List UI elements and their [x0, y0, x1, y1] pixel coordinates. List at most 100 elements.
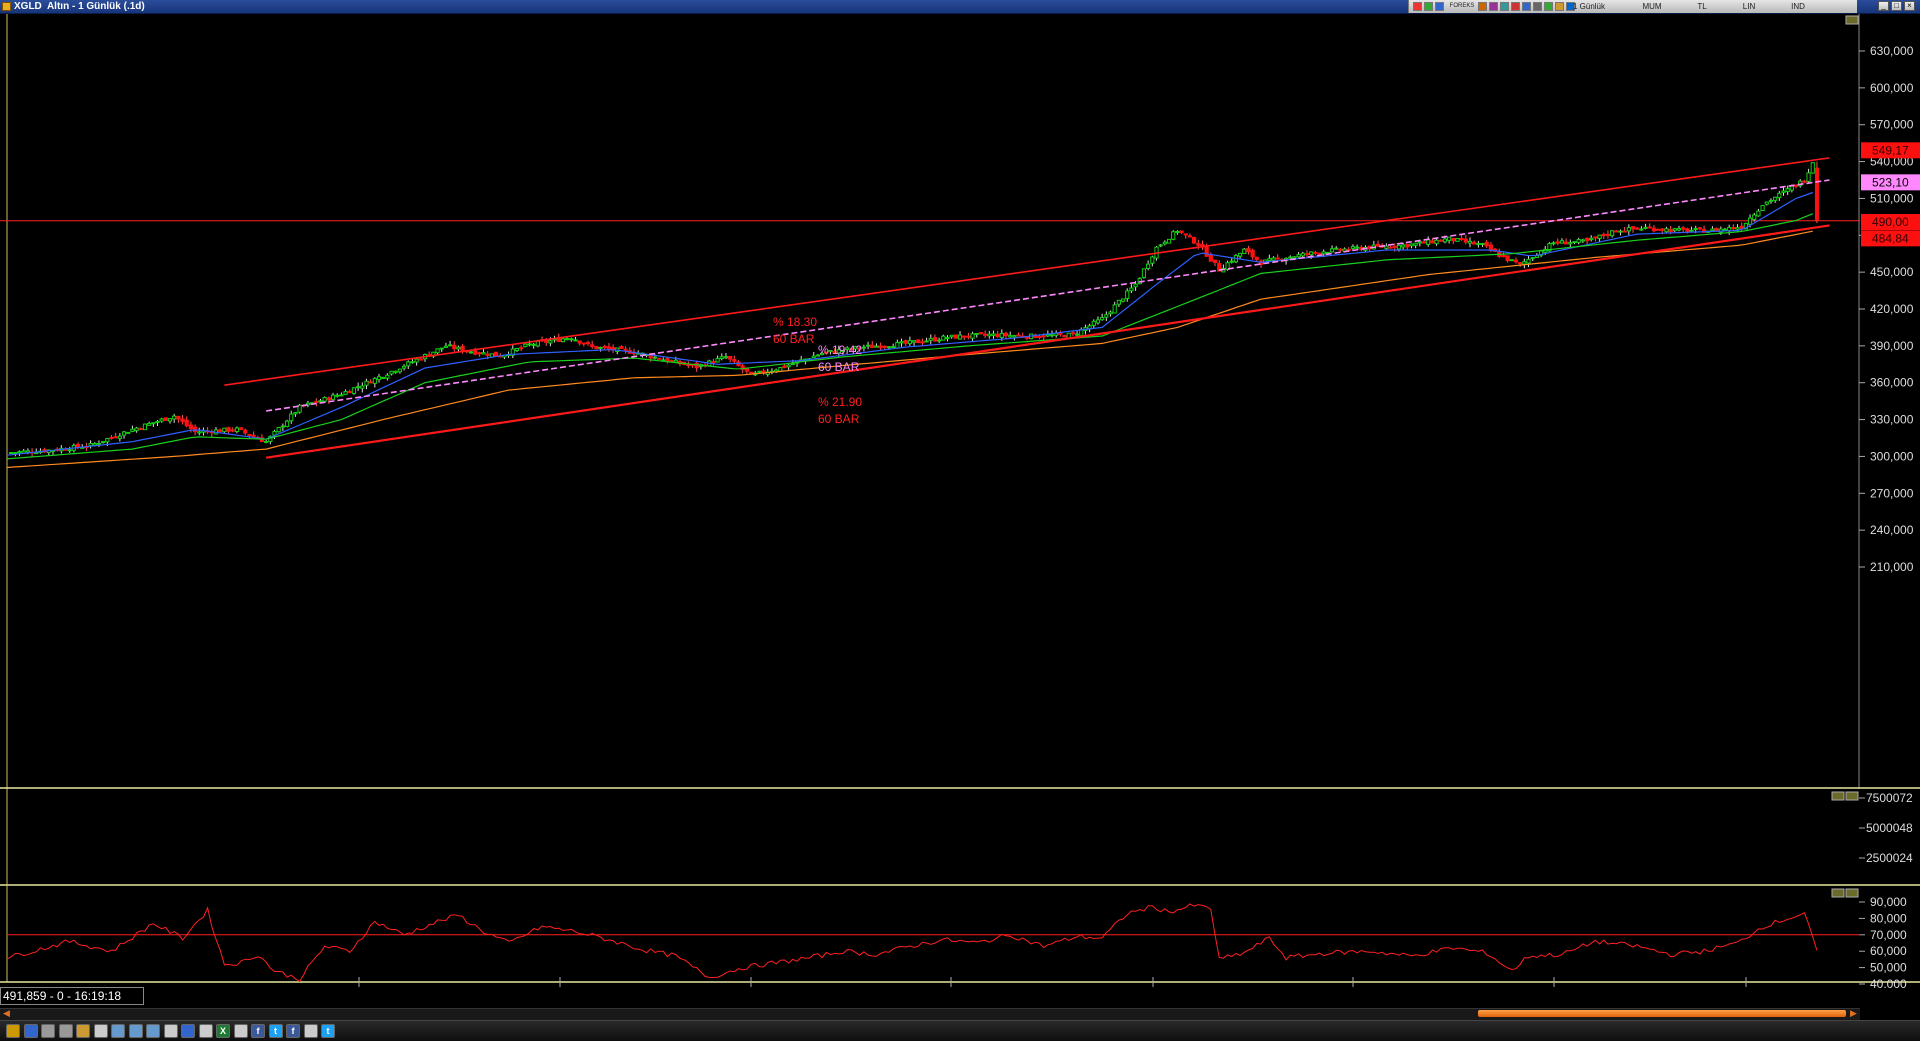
search-icon[interactable]: [111, 1024, 125, 1038]
candle: [318, 400, 323, 403]
candle: [435, 348, 440, 354]
candle: [560, 338, 566, 343]
scroll-right-arrow-icon[interactable]: ▶: [1850, 1008, 1857, 1019]
candle: [147, 422, 152, 426]
candle: [1610, 230, 1615, 237]
zoom-icon[interactable]: [1511, 2, 1520, 11]
candle: [581, 342, 586, 345]
candle: [1559, 240, 1565, 244]
table-icon[interactable]: [181, 1024, 195, 1038]
candle: [1518, 262, 1523, 265]
candle: [410, 361, 415, 364]
grid-icon[interactable]: [1544, 2, 1553, 11]
note-icon[interactable]: [1522, 2, 1531, 11]
zoom-in-icon[interactable]: [128, 1024, 143, 1038]
channel-annotation-percent: % 19.42: [818, 343, 862, 357]
open-icon[interactable]: [6, 1024, 20, 1038]
candle: [238, 427, 244, 430]
candle: [953, 334, 958, 339]
candle: [895, 341, 900, 349]
maximize-button[interactable]: □: [1891, 1, 1902, 11]
candle: [1572, 241, 1577, 244]
facebook-icon[interactable]: f: [251, 1024, 265, 1038]
print-icon[interactable]: [198, 1024, 213, 1038]
share-icon[interactable]: f: [286, 1024, 300, 1038]
candle: [75, 443, 81, 448]
settings-icon[interactable]: [1500, 2, 1509, 11]
candle: [1664, 228, 1669, 233]
list-icon[interactable]: [163, 1024, 178, 1038]
candle: [1041, 335, 1046, 338]
candle: [1187, 235, 1193, 238]
minimize-button[interactable]: _: [1878, 1, 1889, 11]
candle: [314, 400, 319, 403]
candle: [1656, 228, 1661, 231]
candle: [748, 371, 754, 374]
channel-annotation-bars: 60 BAR: [818, 412, 860, 426]
candle: [535, 340, 540, 347]
refresh-icon[interactable]: [1424, 2, 1433, 11]
toolbar-button-tl[interactable]: TL: [1687, 0, 1717, 13]
candle: [1003, 332, 1009, 337]
toolbar-button-mum[interactable]: MUM: [1637, 0, 1667, 13]
toolbar-button-ind[interactable]: IND: [1783, 0, 1813, 13]
forex-label[interactable]: FOREKS: [1447, 0, 1477, 13]
candle: [126, 431, 131, 434]
paste-icon[interactable]: [76, 1024, 90, 1038]
undo-icon[interactable]: [93, 1024, 108, 1038]
candle: [1338, 248, 1343, 251]
channel-annotation-percent: % 21.90: [818, 395, 862, 409]
trend-icon[interactable]: [1489, 2, 1498, 11]
panel-menu-icon: [1831, 888, 1845, 898]
candle: [360, 385, 365, 389]
candle: [1016, 334, 1021, 337]
candle: [519, 347, 524, 350]
save-icon[interactable]: [23, 1024, 38, 1038]
candle: [1647, 226, 1652, 229]
candle: [1806, 172, 1811, 182]
draw-icon[interactable]: [1478, 2, 1487, 11]
help-icon[interactable]: t: [321, 1024, 335, 1038]
chart-type-icon[interactable]: [1413, 2, 1422, 11]
channel-lower-line: [265, 224, 1830, 459]
candle: [96, 442, 102, 445]
chart-canvas[interactable]: 630,000600,000570,000540,000510,000480,0…: [0, 14, 1920, 988]
candle: [1668, 228, 1673, 233]
candle: [861, 346, 866, 349]
print-icon[interactable]: [1533, 2, 1542, 11]
toolbar-button-lin[interactable]: LIN: [1734, 0, 1764, 13]
candle: [1676, 228, 1682, 231]
scroll-left-arrow-icon[interactable]: ◀: [3, 1008, 10, 1019]
candle: [1459, 238, 1464, 241]
candle-last: [1814, 167, 1819, 221]
candle: [1710, 228, 1715, 231]
candle: [17, 451, 22, 454]
candle: [1467, 240, 1473, 244]
candle: [1141, 268, 1147, 278]
candle: [230, 429, 235, 432]
toolbar-button-1-g-nl-k[interactable]: 1 Günlük: [1564, 0, 1614, 13]
network-icon[interactable]: [303, 1024, 318, 1038]
twitter-icon[interactable]: t: [268, 1024, 283, 1038]
candle: [406, 361, 411, 367]
link-icon[interactable]: [1555, 2, 1564, 11]
candle: [1012, 335, 1017, 338]
cut-icon[interactable]: [58, 1024, 73, 1038]
candle: [891, 346, 896, 349]
candle: [172, 415, 177, 420]
candle: [865, 344, 871, 347]
candle: [1601, 233, 1606, 237]
zoom-out-icon[interactable]: [146, 1024, 160, 1038]
candle: [1451, 237, 1456, 242]
candle: [1735, 227, 1740, 230]
excel-icon[interactable]: X: [216, 1024, 230, 1038]
candle: [1731, 226, 1736, 230]
candle: [1768, 199, 1774, 202]
copy-icon[interactable]: [41, 1024, 55, 1038]
close-button[interactable]: ×: [1904, 1, 1915, 11]
candle: [1605, 233, 1611, 236]
pdf-icon[interactable]: [233, 1024, 248, 1038]
forex-icon[interactable]: [1435, 2, 1444, 11]
candle: [1095, 319, 1101, 324]
scrollbar-thumb[interactable]: [1478, 1010, 1846, 1017]
